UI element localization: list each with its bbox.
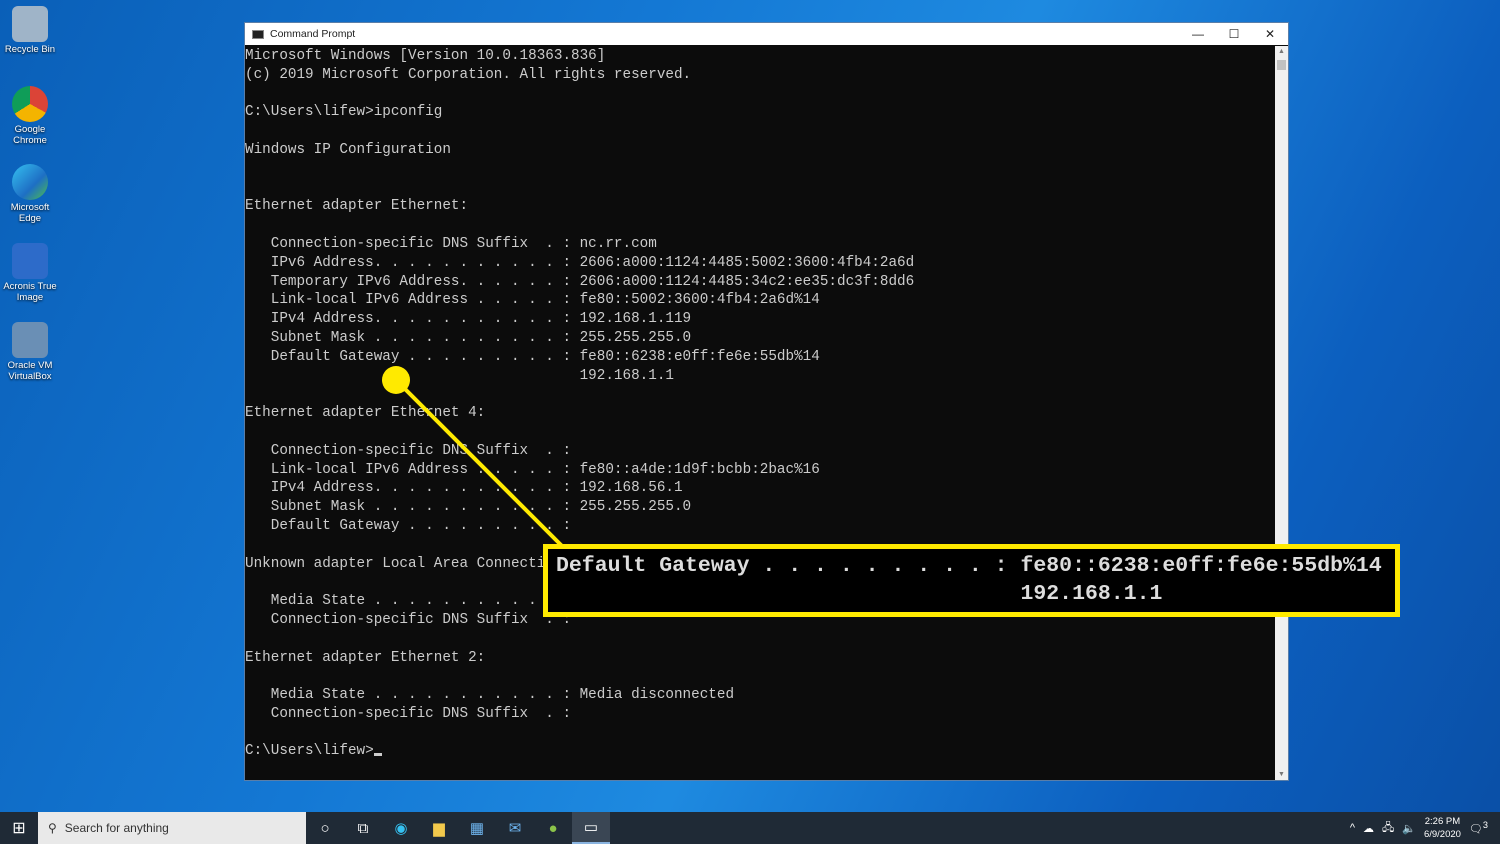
time: 2:26 PM [1424,816,1461,827]
network-icon[interactable]: 🖧 [1382,819,1394,838]
callout-box: Default Gateway . . . . . . . . . : fe80… [543,544,1400,617]
command-prompt-taskbar-icon[interactable]: ▭ [572,812,610,844]
search-placeholder: Search for anything [64,821,169,835]
app-w-icon[interactable]: ● [534,812,572,844]
cortana-icon[interactable]: ○ [306,812,344,844]
callout-pointer-line [394,378,564,548]
notification-count: 3 [1482,820,1488,831]
notifications-icon[interactable]: 🗨3 [1469,820,1488,836]
file-explorer-icon[interactable]: ▆ [420,812,458,844]
mail-icon[interactable]: ✉ [496,812,534,844]
system-tray: ^ ☁ 🖧 🔈 2:26 PM 6/9/2020 🗨3 [1350,812,1500,844]
store-icon[interactable]: ▦ [458,812,496,844]
date: 6/9/2020 [1423,829,1461,840]
taskbar: ⊞ ⚲ Search for anything ○ ⧉ ◉ ▆ ▦ ✉ ● ▭ ^… [0,812,1500,844]
clock[interactable]: 2:26 PM 6/9/2020 [1424,815,1461,841]
volume-icon[interactable]: 🔈 [1402,822,1416,835]
callout-line: Default Gateway . . . . . . . . . : fe80… [556,554,1382,578]
search-box[interactable]: ⚲ Search for anything [38,812,306,844]
start-button[interactable]: ⊞ [0,818,38,838]
callout-dot [382,366,410,394]
callout-line: 192.168.1.1 [556,582,1163,606]
search-icon: ⚲ [48,821,57,835]
task-view-icon[interactable]: ⧉ [344,812,382,844]
onedrive-icon[interactable]: ☁ [1363,822,1374,835]
edge-taskbar-icon[interactable]: ◉ [382,812,420,844]
chevron-up-icon[interactable]: ^ [1350,822,1355,834]
